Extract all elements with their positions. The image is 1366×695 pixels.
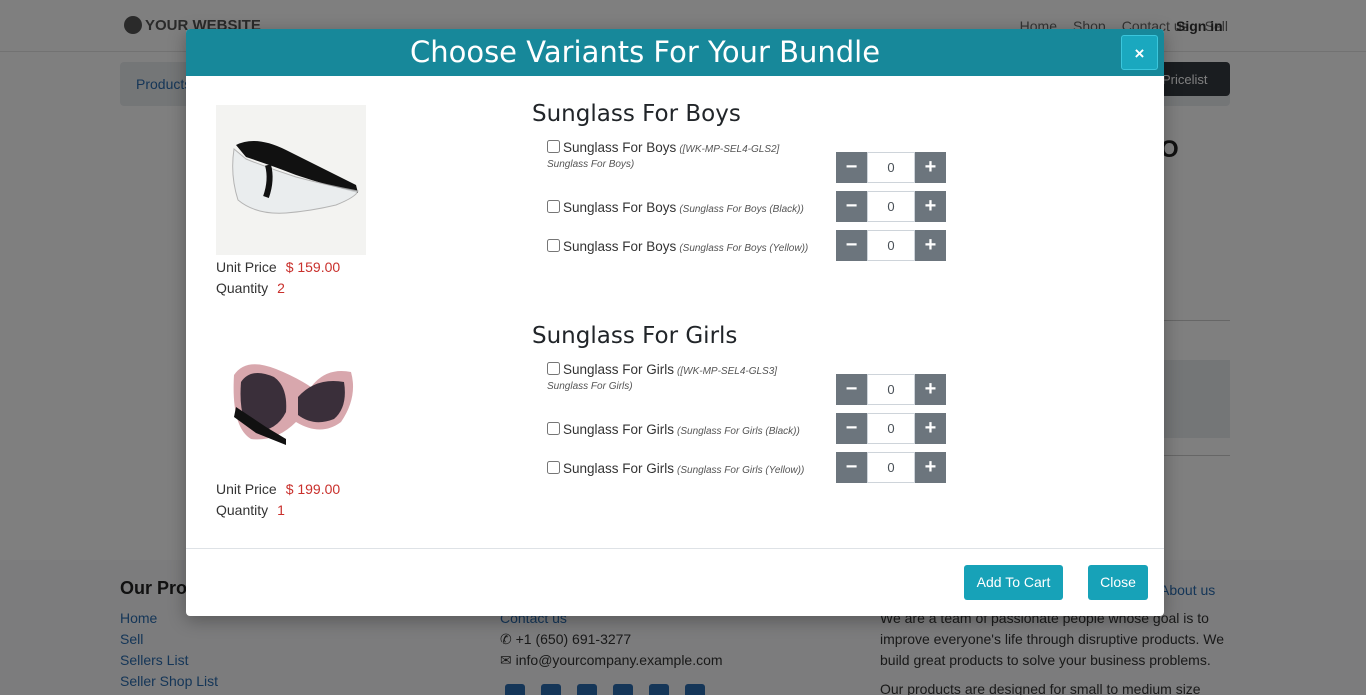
variant-ref: (Sunglass For Girls (Yellow)) bbox=[677, 465, 805, 476]
product-name: Sunglass For Boys bbox=[532, 101, 741, 127]
quantity-stepper: −0 + bbox=[836, 413, 946, 444]
variant-ref-cont: Sunglass For Boys) bbox=[547, 159, 635, 170]
variant-label: Sunglass For Girls bbox=[563, 461, 675, 476]
variant-option: Sunglass For Boys (Sunglass For Boys (Yel… bbox=[547, 239, 808, 254]
unit-price-row: Unit Price $ 159.00 bbox=[216, 259, 340, 275]
quantity-input[interactable]: 0 bbox=[867, 152, 915, 183]
variant-ref: ([WK-MP-SEL4-GLS2] bbox=[679, 144, 780, 155]
quantity-label: Quantity bbox=[216, 280, 269, 296]
product-image-girls-sunglass bbox=[216, 327, 366, 477]
unit-price-label: Unit Price bbox=[216, 259, 277, 275]
plus-button[interactable]: + bbox=[915, 191, 946, 222]
minus-button[interactable]: − bbox=[836, 413, 867, 444]
variant-ref: ([WK-MP-SEL4-GLS3] bbox=[677, 366, 778, 377]
variant-label: Sunglass For Boys bbox=[563, 140, 677, 155]
variant-checkbox[interactable] bbox=[547, 362, 560, 375]
plus-button[interactable]: + bbox=[915, 413, 946, 444]
variant-ref: (Sunglass For Girls (Black)) bbox=[677, 426, 800, 437]
unit-price-value: $ 159.00 bbox=[285, 259, 341, 275]
variant-option: Sunglass For Girls (Sunglass For Girls (Y… bbox=[547, 461, 804, 476]
variant-ref: (Sunglass For Boys (Yellow)) bbox=[679, 243, 809, 254]
minus-button[interactable]: − bbox=[836, 152, 867, 183]
quantity-input[interactable]: 0 bbox=[867, 413, 915, 444]
close-icon[interactable]: × bbox=[1121, 35, 1158, 70]
variant-option: Sunglass For Boys (Sunglass For Boys (Bla… bbox=[547, 200, 804, 215]
quantity-input[interactable]: 0 bbox=[867, 230, 915, 261]
minus-button[interactable]: − bbox=[836, 452, 867, 483]
bundle-variants-modal: Choose Variants For Your Bundle × Unit P… bbox=[186, 29, 1164, 616]
unit-price-label: Unit Price bbox=[216, 481, 277, 497]
plus-button[interactable]: + bbox=[915, 452, 946, 483]
variant-checkbox[interactable] bbox=[547, 200, 560, 213]
modal-footer-divider bbox=[186, 548, 1164, 549]
product-image-boys-sunglass bbox=[216, 105, 366, 255]
variant-label: Sunglass For Girls bbox=[563, 362, 675, 377]
plus-button[interactable]: + bbox=[915, 230, 946, 261]
variant-ref-cont: Sunglass For Girls) bbox=[547, 381, 633, 392]
variant-checkbox[interactable] bbox=[547, 140, 560, 153]
variant-checkbox[interactable] bbox=[547, 422, 560, 435]
minus-button[interactable]: − bbox=[836, 191, 867, 222]
quantity-row: Quantity 1 bbox=[216, 502, 285, 518]
unit-price-value: $ 199.00 bbox=[285, 481, 341, 497]
add-to-cart-button[interactable]: Add To Cart bbox=[964, 565, 1063, 600]
quantity-input[interactable]: 0 bbox=[867, 374, 915, 405]
product-name: Sunglass For Girls bbox=[532, 323, 738, 349]
quantity-value: 1 bbox=[277, 502, 285, 518]
modal-title: Choose Variants For Your Bundle bbox=[409, 35, 881, 69]
quantity-stepper: −0 + bbox=[836, 230, 946, 261]
close-button[interactable]: Close bbox=[1088, 565, 1148, 600]
quantity-input[interactable]: 0 bbox=[867, 452, 915, 483]
unit-price-row: Unit Price $ 199.00 bbox=[216, 481, 340, 497]
quantity-value: 2 bbox=[277, 280, 285, 296]
variant-option: Sunglass For Girls (Sunglass For Girls (B… bbox=[547, 422, 800, 437]
quantity-row: Quantity 2 bbox=[216, 280, 285, 296]
variant-checkbox[interactable] bbox=[547, 461, 560, 474]
quantity-stepper: −0 + bbox=[836, 152, 946, 183]
variant-label: Sunglass For Boys bbox=[563, 200, 677, 215]
quantity-input[interactable]: 0 bbox=[867, 191, 915, 222]
variant-checkbox[interactable] bbox=[547, 239, 560, 252]
variant-option: Sunglass For Girls ([WK-MP-SEL4-GLS3] Sung… bbox=[547, 362, 777, 392]
variant-ref: (Sunglass For Boys (Black)) bbox=[679, 204, 804, 215]
modal-header: Choose Variants For Your Bundle × bbox=[186, 29, 1164, 76]
minus-button[interactable]: − bbox=[836, 374, 867, 405]
quantity-stepper: −0 + bbox=[836, 374, 946, 405]
quantity-label: Quantity bbox=[216, 502, 269, 518]
sunglass-icon bbox=[216, 105, 366, 255]
variant-label: Sunglass For Girls bbox=[563, 422, 675, 437]
plus-button[interactable]: + bbox=[915, 152, 946, 183]
plus-button[interactable]: + bbox=[915, 374, 946, 405]
minus-button[interactable]: − bbox=[836, 230, 867, 261]
sunglass-icon bbox=[216, 327, 366, 477]
variant-option: Sunglass For Boys ([WK-MP-SEL4-GLS2] Sungl… bbox=[547, 140, 779, 170]
variant-label: Sunglass For Boys bbox=[563, 239, 677, 254]
quantity-stepper: −0 + bbox=[836, 191, 946, 222]
quantity-stepper: −0 + bbox=[836, 452, 946, 483]
